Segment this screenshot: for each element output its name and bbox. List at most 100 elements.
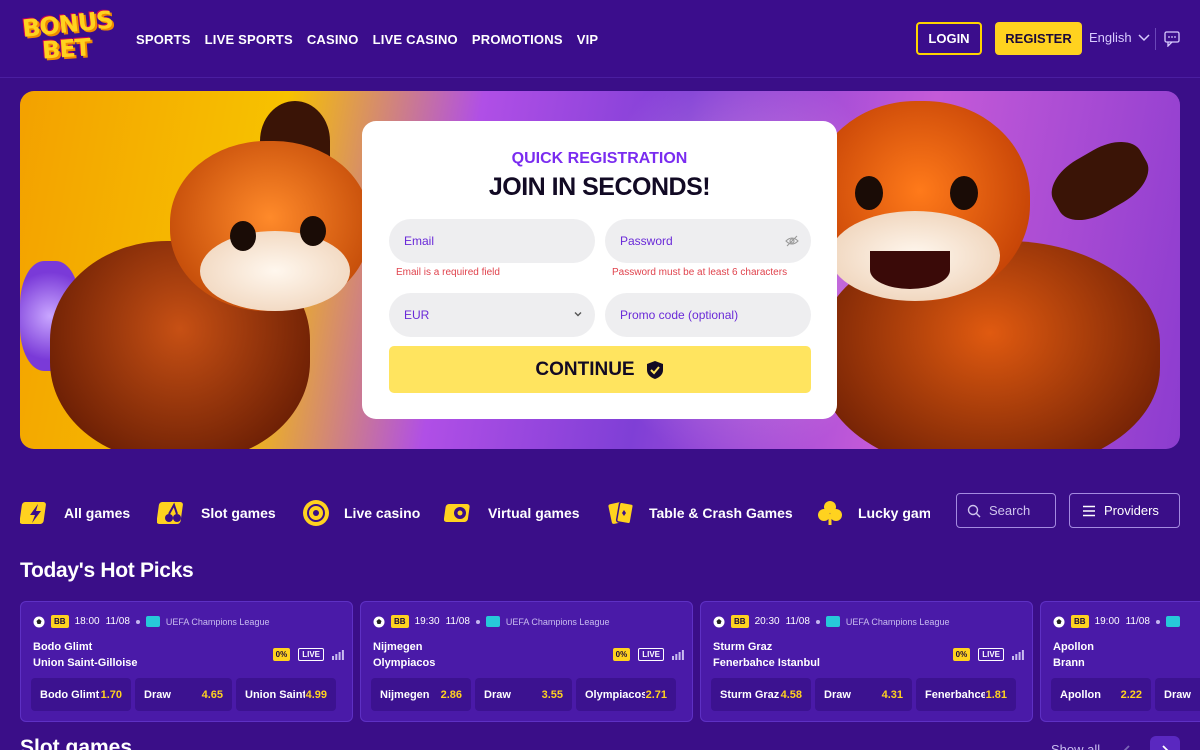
show-all-link[interactable]: Show all (1051, 742, 1100, 750)
odd-label: Union Saint-Gilloise (245, 688, 305, 701)
category-slot-games[interactable]: Slot games (157, 495, 276, 531)
email-field[interactable]: Email (389, 219, 595, 263)
chevron-right-icon (1162, 745, 1169, 750)
chevron-down-icon (574, 312, 582, 317)
virtual-ball-icon (444, 504, 470, 522)
providers-label: Providers (1104, 503, 1159, 518)
live-badge: LIVE (978, 648, 1004, 661)
password-field[interactable]: Password (605, 219, 811, 263)
red-panda-left-face (200, 231, 350, 311)
match-time: 20:30 (754, 616, 780, 627)
prev-page-button[interactable] (1112, 736, 1142, 750)
currency-value: EUR (404, 308, 430, 322)
match-teams: Nijmegen Olympiacos (373, 639, 435, 671)
eye-off-icon[interactable] (785, 234, 799, 248)
header-divider (1155, 28, 1156, 50)
next-page-button[interactable] (1150, 736, 1180, 750)
match-date: 11/08 (445, 616, 470, 627)
category-live-casino[interactable]: Live casino (300, 495, 420, 531)
bb-badge: BB (51, 615, 69, 628)
match-meta: BB 20:30 11/08 UEFA Champions League (713, 615, 949, 628)
odd-label: Draw (144, 688, 171, 701)
currency-select[interactable]: EUR (389, 293, 595, 337)
odd-away-button[interactable]: Union Saint-Gilloise4.99 (236, 678, 336, 711)
search-placeholder: Search (989, 503, 1031, 518)
odd-draw-button[interactable]: Draw 4.31 (815, 678, 912, 711)
red-panda-right-mouth (870, 251, 950, 289)
odd-draw-button[interactable]: Draw (1155, 678, 1200, 711)
promo-code-field[interactable]: Promo code (optional) (605, 293, 811, 337)
odd-away-button[interactable]: Fenerbahce Istanbul1.81 (916, 678, 1016, 711)
odd-value: 2.22 (1120, 688, 1142, 701)
nav-promotions[interactable]: PROMOTIONS (472, 32, 563, 47)
main-nav: SPORTS LIVE SPORTS CASINO LIVE CASINO PR… (136, 32, 598, 47)
shield-check-icon (646, 360, 663, 379)
logo-line-2: BET (41, 33, 92, 65)
match-meta: BB 18:00 11/08 UEFA Champions League (33, 615, 269, 628)
red-panda-left-eye (230, 221, 256, 251)
odd-label: Bodo Glimt (40, 688, 100, 701)
language-selector[interactable]: English (1089, 30, 1150, 45)
away-team: Union Saint-Gilloise (33, 657, 138, 669)
email-error: Email is a required field (396, 267, 500, 278)
match-date: 11/08 (1125, 616, 1150, 627)
odd-away-button[interactable]: Olympiacos 2.71 (576, 678, 676, 711)
registration-title: JOIN IN SECONDS! (488, 173, 711, 201)
match-card[interactable]: BB 20:30 11/08 UEFA Champions League Stu… (700, 601, 1033, 722)
nav-live-casino[interactable]: LIVE CASINO (373, 32, 458, 47)
match-time: 19:30 (414, 616, 440, 627)
bonus-bet-logo[interactable]: BONUS BET (21, 6, 118, 68)
percent-badge: 0% (272, 648, 291, 661)
odd-value: 4.31 (881, 688, 903, 701)
register-button[interactable]: REGISTER (995, 22, 1082, 55)
cherries-icon (157, 502, 183, 524)
odd-label: Fenerbahce Istanbul (925, 688, 985, 701)
odd-home-button[interactable]: Apollon 2.22 (1051, 678, 1151, 711)
login-button[interactable]: LOGIN (916, 22, 982, 55)
category-lucky-games[interactable]: Lucky games (814, 495, 930, 531)
percent-badge: 0% (952, 648, 971, 661)
odd-value: 4.65 (201, 688, 223, 701)
category-virtual-games[interactable]: Virtual games (444, 495, 580, 531)
separator-dot (815, 619, 820, 624)
nav-casino[interactable]: CASINO (307, 32, 359, 47)
globe-icon (485, 616, 500, 627)
odd-home-button[interactable]: Sturm Graz 4.58 (711, 678, 811, 711)
nav-vip[interactable]: VIP (577, 32, 599, 47)
category-label: Live casino (344, 505, 421, 521)
chat-icon[interactable] (1164, 31, 1180, 47)
nav-live-sports[interactable]: LIVE SPORTS (205, 32, 293, 47)
odds-row: Bodo Glimt1.70 Draw 4.65 Union Saint-Gill… (31, 678, 336, 711)
odd-label: Nijmegen (380, 688, 430, 701)
password-placeholder: Password (620, 234, 673, 248)
stats-bars-icon[interactable] (1012, 649, 1024, 660)
away-team: Fenerbahce Istanbul (713, 657, 820, 669)
separator-dot (1155, 619, 1160, 624)
odd-home-button[interactable]: Bodo Glimt 1.70 (31, 678, 131, 711)
match-teams: Apollon Brann (1053, 639, 1094, 671)
category-table-crash-games[interactable]: Table & Crash Games (605, 495, 793, 531)
odd-value: 3.55 (541, 688, 563, 701)
category-all-games[interactable]: All games (20, 495, 130, 531)
continue-button[interactable]: CONTINUE (389, 346, 811, 393)
stats-bars-icon[interactable] (672, 649, 684, 660)
match-time: 19:00 (1094, 616, 1120, 627)
red-panda-right-arm (1041, 130, 1159, 232)
search-icon (967, 504, 981, 517)
match-card[interactable]: BB 18:00 11/08 UEFA Champions League Bod… (20, 601, 353, 722)
odd-home-button[interactable]: Nijmegen 2.86 (371, 678, 471, 711)
match-card[interactable]: BB 19:00 11/08 Apollon Brann Apollon 2.22… (1040, 601, 1200, 722)
odd-label: Sturm Graz (720, 688, 780, 701)
odd-value: 1.70 (100, 688, 122, 701)
percent-badge: 0% (612, 648, 631, 661)
match-card[interactable]: BB 19:30 11/08 UEFA Champions League Nij… (360, 601, 693, 722)
game-search-input[interactable]: Search (956, 493, 1056, 528)
match-badges: 0% LIVE (612, 648, 684, 661)
home-team: Nijmegen (373, 641, 423, 653)
odd-draw-button[interactable]: Draw 3.55 (475, 678, 572, 711)
odd-draw-button[interactable]: Draw 4.65 (135, 678, 232, 711)
providers-button[interactable]: Providers (1069, 493, 1180, 528)
odds-row: Apollon 2.22 Draw (1051, 678, 1200, 711)
stats-bars-icon[interactable] (332, 649, 344, 660)
nav-sports[interactable]: SPORTS (136, 32, 191, 47)
